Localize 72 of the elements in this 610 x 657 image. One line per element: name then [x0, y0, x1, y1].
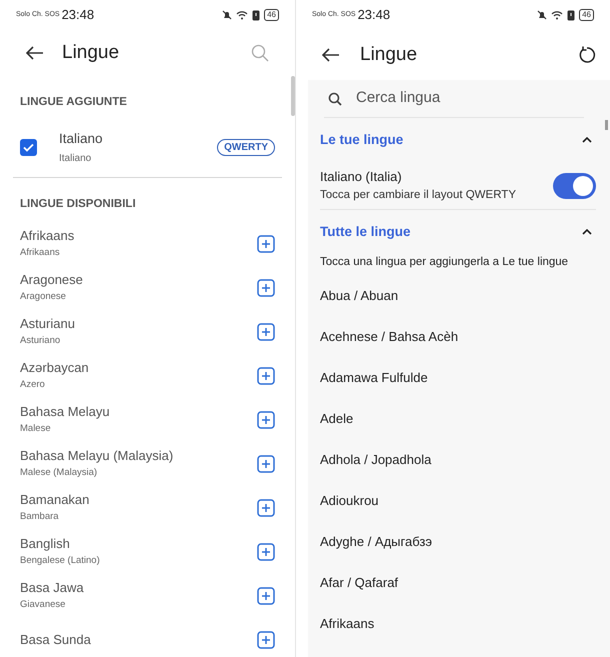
add-icon[interactable]	[257, 366, 275, 384]
add-icon[interactable]	[257, 234, 275, 252]
wifi-icon	[236, 10, 248, 20]
wifi-icon	[551, 10, 564, 20]
language-item[interactable]: Adioukrou	[320, 491, 379, 510]
muted-bell-icon	[222, 10, 232, 20]
search-field[interactable]: Cerca lingua	[356, 87, 556, 110]
back-arrow-icon[interactable]	[26, 46, 44, 60]
language-item[interactable]: Afar / Qafaraf	[320, 573, 398, 592]
add-icon[interactable]	[257, 498, 275, 516]
language-name: Italiano (Italia)	[320, 168, 403, 186]
language-name: Italiano	[59, 130, 103, 148]
hint-text: Tocca una lingua per aggiungerla a Le tue lingue	[319, 255, 570, 270]
add-icon[interactable]	[257, 454, 275, 472]
sim-card-icon	[252, 10, 260, 20]
language-name: Bahasa Melayu (Malaysia)	[20, 448, 174, 464]
layout-badge[interactable]: QWERTY	[217, 138, 275, 156]
language-name: Bamanakan	[20, 492, 90, 508]
language-name: Basa Sunda	[20, 632, 91, 648]
add-icon[interactable]	[257, 278, 275, 296]
language-item[interactable]: Acehnese / Bahsa Acèh	[320, 327, 458, 346]
language-subtitle: Bambara	[20, 510, 60, 523]
screen-title: Lingue	[360, 42, 418, 67]
add-icon[interactable]	[257, 322, 275, 340]
language-subtitle: Aragonese	[20, 290, 67, 303]
language-subtitle: Tocca per cambiare il layout QWERTY	[320, 188, 516, 203]
collapse-chevron-icon[interactable]	[582, 137, 592, 143]
add-icon[interactable]	[257, 630, 275, 648]
language-subtitle: Afrikaans	[20, 246, 61, 259]
language-name: Azərbaycan	[20, 360, 89, 376]
language-subtitle: Italiano	[59, 152, 92, 166]
language-subtitle: Azero	[20, 378, 46, 391]
language-subtitle: Asturiano	[20, 334, 62, 347]
battery-indicator: 46	[264, 9, 279, 21]
language-item[interactable]: Adhola / Jopadhola	[320, 450, 432, 470]
clock-text: 23:48	[62, 6, 94, 24]
toggle-switch[interactable]	[553, 172, 596, 198]
language-item[interactable]: Abua / Abuan	[320, 286, 398, 306]
section-heading: Tutte le lingue	[320, 222, 410, 241]
clock-text: 23:48	[358, 6, 390, 24]
language-item[interactable]: Afrikaans	[320, 614, 374, 634]
add-icon[interactable]	[257, 410, 275, 428]
sim-card-icon	[567, 10, 576, 20]
language-subtitle: Malese (Malaysia)	[20, 466, 98, 479]
search-icon	[328, 92, 342, 106]
language-subtitle: Giavanese	[20, 598, 66, 611]
language-name: Bahasa Melayu	[20, 404, 110, 420]
language-item[interactable]: Adele	[320, 409, 354, 428]
language-name: Asturianu	[20, 316, 75, 332]
language-name: Aragonese	[20, 272, 83, 288]
back-arrow-icon[interactable]	[322, 48, 340, 62]
muted-bell-icon	[537, 10, 548, 20]
scrollbar[interactable]	[605, 120, 608, 130]
section-heading: LINGUE DISPONIBILI	[20, 197, 136, 212]
language-name: Basa Jawa	[20, 580, 84, 596]
language-subtitle: Malese	[20, 422, 52, 435]
checkbox[interactable]	[20, 138, 37, 156]
language-item[interactable]: Adamawa Fulfulde	[320, 368, 428, 388]
collapse-chevron-icon[interactable]	[582, 229, 592, 235]
section-heading: LINGUE AGGIUNTE	[20, 95, 127, 110]
language-name: Afrikaans	[20, 228, 74, 244]
screen-title: Lingue	[62, 40, 120, 65]
scrollbar[interactable]	[291, 76, 295, 116]
language-name: Banglish	[20, 536, 71, 552]
add-icon[interactable]	[257, 542, 275, 560]
check-icon	[23, 142, 34, 152]
language-subtitle: Bengalese (Latino)	[20, 554, 100, 567]
add-icon[interactable]	[257, 586, 275, 604]
refresh-icon[interactable]	[578, 46, 596, 64]
section-heading: Le tue lingue	[320, 130, 404, 149]
language-item[interactable]: Adyghe / Адыгабзэ	[320, 532, 432, 552]
battery-indicator: 46	[579, 9, 594, 21]
